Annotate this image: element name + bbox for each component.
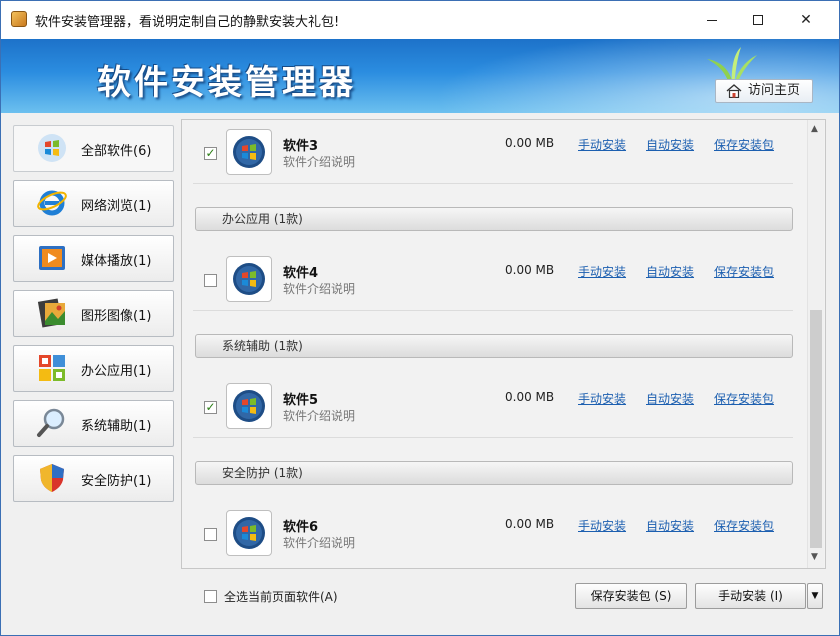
auto-install-link[interactable]: 自动安装	[646, 390, 694, 407]
minimize-icon	[707, 19, 717, 21]
software-name: 软件5	[283, 393, 319, 408]
save-package-link[interactable]: 保存安装包	[714, 263, 774, 280]
save-package-link[interactable]: 保存安装包	[714, 517, 774, 534]
select-all-checkbox[interactable]	[204, 590, 217, 603]
software-name: 软件3	[283, 139, 319, 154]
home-button-label: 访问主页	[748, 83, 801, 98]
sidebar-item-label: 媒体播放(1)	[81, 254, 152, 269]
maximize-button[interactable]	[735, 1, 781, 39]
windows-logo-icon	[38, 134, 66, 162]
app-icon	[11, 11, 27, 27]
minimize-button[interactable]	[689, 1, 735, 39]
software-description: 软件介绍说明	[283, 155, 356, 169]
save-package-button[interactable]: 保存安装包 (S)	[575, 583, 687, 609]
software-checkbox[interactable]: ✓	[204, 147, 217, 160]
sidebar-item-label: 网络浏览(1)	[81, 199, 152, 214]
software-icon-box	[226, 383, 272, 429]
software-size: 0.00 MB	[505, 517, 555, 531]
sidebar-item-label: 全部软件(6)	[81, 144, 152, 159]
close-icon: ✕	[800, 12, 812, 28]
sidebar-item-all-software[interactable]: 全部软件(6)	[13, 125, 174, 172]
category-header: 办公应用 (1款)	[195, 207, 793, 231]
manual-install-link[interactable]: 手动安装	[578, 517, 626, 534]
banner-title: 软件安装管理器	[97, 63, 356, 103]
install-options-dropdown[interactable]: ▼	[807, 583, 823, 609]
title-bar: 软件安装管理器，看说明定制自己的静默安装大礼包! ✕	[1, 1, 839, 39]
manual-install-link[interactable]: 手动安装	[578, 136, 626, 153]
scroll-down-arrow-icon[interactable]: ▼	[811, 552, 818, 562]
software-row: ✓ 软件5 软件介绍说明 0.00 MB 手动安装 自动安装 保存安装包	[193, 378, 793, 438]
image-film-icon	[37, 298, 65, 328]
scroll-up-arrow-icon[interactable]: ▲	[811, 124, 818, 134]
software-checkbox[interactable]	[204, 274, 217, 287]
sidebar-item-web-browsing[interactable]: 网络浏览(1)	[13, 180, 174, 227]
shield-icon	[40, 464, 64, 492]
magnifier-icon	[37, 408, 65, 437]
visit-homepage-button[interactable]: 访问主页	[715, 79, 813, 103]
software-icon-box	[226, 510, 272, 556]
software-row: 软件6 软件介绍说明 0.00 MB 手动安装 自动安装 保存安装包	[193, 505, 793, 565]
window-title: 软件安装管理器，看说明定制自己的静默安装大礼包!	[35, 15, 340, 30]
software-description: 软件介绍说明	[283, 409, 356, 423]
manual-install-link[interactable]: 手动安装	[578, 390, 626, 407]
software-name: 软件4	[283, 266, 319, 281]
media-player-icon	[39, 246, 65, 270]
close-button[interactable]: ✕	[783, 1, 829, 39]
scrollbar-thumb[interactable]	[810, 310, 822, 548]
software-icon-box	[226, 256, 272, 302]
software-icon-box	[226, 129, 272, 175]
auto-install-link[interactable]: 自动安装	[646, 263, 694, 280]
software-size: 0.00 MB	[505, 136, 555, 150]
office-apps-icon	[39, 355, 65, 381]
windows-logo-icon	[233, 517, 265, 549]
ie-browser-icon	[37, 190, 67, 216]
manual-install-link[interactable]: 手动安装	[578, 263, 626, 280]
auto-install-link[interactable]: 自动安装	[646, 136, 694, 153]
software-row: ✓ 软件3 软件介绍说明 0.00 MB 手动安装 自动安装 保存安装包	[193, 124, 793, 184]
sidebar-item-office-apps[interactable]: 办公应用(1)	[13, 345, 174, 392]
software-checkbox[interactable]	[204, 528, 217, 541]
category-header: 安全防护 (1款)	[195, 461, 793, 485]
list-scrollbar[interactable]: ▲ ▼	[807, 120, 824, 568]
header-banner: 软件安装管理器 访问主页	[1, 39, 839, 113]
chevron-down-icon: ▼	[811, 591, 819, 601]
category-header: 系统辅助 (1款)	[195, 334, 793, 358]
home-icon	[726, 84, 742, 98]
sidebar-item-security[interactable]: 安全防护(1)	[13, 455, 174, 502]
software-size: 0.00 MB	[505, 390, 555, 404]
manual-install-button[interactable]: 手动安装 (I)	[695, 583, 806, 609]
maximize-icon	[753, 15, 763, 25]
software-description: 软件介绍说明	[283, 282, 356, 296]
software-row: 软件4 软件介绍说明 0.00 MB 手动安装 自动安装 保存安装包	[193, 251, 793, 311]
select-all-label[interactable]: 全选当前页面软件(A)	[224, 588, 338, 605]
app-window: 软件安装管理器，看说明定制自己的静默安装大礼包! ✕ 软件安装管理器 访问主页	[0, 0, 840, 636]
sidebar-item-label: 安全防护(1)	[81, 474, 152, 489]
sidebar-item-media-playback[interactable]: 媒体播放(1)	[13, 235, 174, 282]
windows-logo-icon	[233, 390, 265, 422]
sidebar-item-graphics-image[interactable]: 图形图像(1)	[13, 290, 174, 337]
save-package-link[interactable]: 保存安装包	[714, 136, 774, 153]
sidebar-item-label: 系统辅助(1)	[81, 419, 152, 434]
windows-logo-icon	[233, 263, 265, 295]
sidebar-item-system-tools[interactable]: 系统辅助(1)	[13, 400, 174, 447]
sidebar-item-label: 办公应用(1)	[81, 364, 152, 379]
windows-logo-icon	[233, 136, 265, 168]
software-description: 软件介绍说明	[283, 536, 356, 550]
auto-install-link[interactable]: 自动安装	[646, 517, 694, 534]
software-name: 软件6	[283, 520, 319, 535]
save-package-link[interactable]: 保存安装包	[714, 390, 774, 407]
sidebar-item-label: 图形图像(1)	[81, 309, 152, 324]
software-checkbox[interactable]: ✓	[204, 401, 217, 414]
software-size: 0.00 MB	[505, 263, 555, 277]
